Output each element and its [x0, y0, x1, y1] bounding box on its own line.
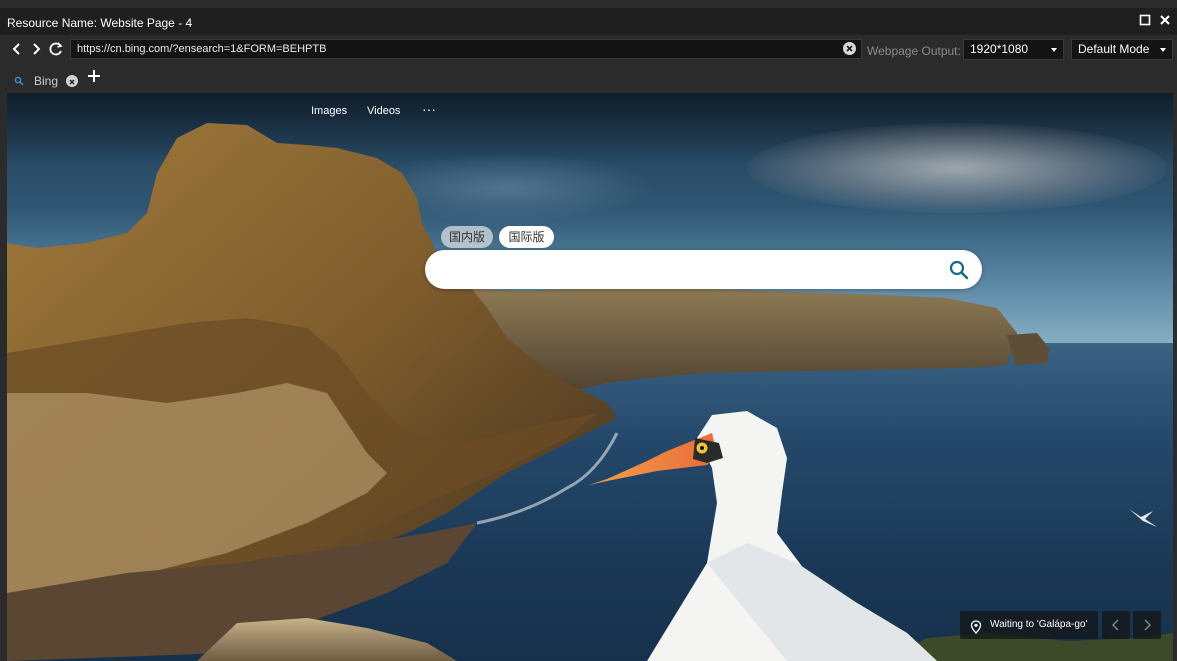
plus-icon	[88, 70, 100, 82]
previous-image-button[interactable]	[1102, 611, 1130, 639]
close-icon	[69, 79, 75, 85]
maximize-icon	[1139, 14, 1151, 26]
reload-button[interactable]	[48, 41, 64, 57]
background-photo	[7, 123, 1173, 661]
domestic-version-toggle[interactable]: 国内版	[441, 226, 493, 248]
caption-text: Waiting to 'Galápa-go'	[990, 619, 1088, 630]
close-icon	[846, 45, 853, 52]
bing-search-box[interactable]	[425, 250, 982, 289]
image-caption[interactable]: Waiting to 'Galápa-go'	[960, 611, 1098, 639]
resolution-value: 1920*1080	[970, 42, 1029, 56]
close-icon	[1160, 15, 1170, 25]
window-title: Resource Name: Website Page - 4	[7, 16, 193, 30]
tab-bing[interactable]: Bing	[8, 68, 82, 90]
new-tab-button[interactable]	[87, 69, 101, 83]
chevron-left-icon	[1112, 619, 1119, 631]
nav-videos-link[interactable]: Videos	[367, 105, 400, 117]
chevron-right-icon	[1144, 619, 1151, 631]
search-icon	[14, 73, 24, 91]
webpage-viewport: Images Videos ··· 国内版 国际版 Waiting to 'Ga…	[7, 93, 1173, 661]
close-window-button[interactable]	[1158, 14, 1172, 28]
caret-down-icon	[1160, 48, 1166, 52]
webpage-output-label: Webpage Output:	[867, 44, 961, 58]
search-icon[interactable]	[948, 259, 970, 281]
maximize-button[interactable]	[1138, 14, 1152, 28]
international-version-toggle[interactable]: 国际版	[499, 226, 554, 248]
mode-select[interactable]: Default Mode	[1071, 39, 1173, 60]
forward-button[interactable]	[28, 41, 44, 57]
clear-url-button[interactable]	[843, 42, 856, 55]
nav-images-link[interactable]: Images	[311, 105, 347, 117]
resolution-select[interactable]: 1920*1080	[963, 39, 1064, 60]
search-input[interactable]	[443, 259, 937, 281]
tab-label: Bing	[34, 74, 59, 88]
location-pin-icon	[970, 618, 982, 634]
tab-strip: Bing	[0, 64, 1177, 93]
chevron-left-icon	[12, 43, 20, 55]
caret-down-icon	[1051, 48, 1057, 52]
chevron-right-icon	[33, 43, 41, 55]
title-bar: Resource Name: Website Page - 4	[0, 8, 1177, 35]
close-tab-button[interactable]	[66, 75, 78, 87]
url-input[interactable]: https://cn.bing.com/?ensearch=1&FORM=BEH…	[70, 39, 862, 59]
mode-value: Default Mode	[1078, 42, 1150, 56]
address-bar-row: https://cn.bing.com/?ensearch=1&FORM=BEH…	[0, 35, 1177, 64]
app-window: Resource Name: Website Page - 4 https://…	[0, 0, 1177, 661]
back-button[interactable]	[9, 41, 25, 57]
next-image-button[interactable]	[1133, 611, 1161, 639]
nav-more-menu[interactable]: ···	[422, 101, 436, 117]
refresh-icon	[49, 42, 63, 56]
